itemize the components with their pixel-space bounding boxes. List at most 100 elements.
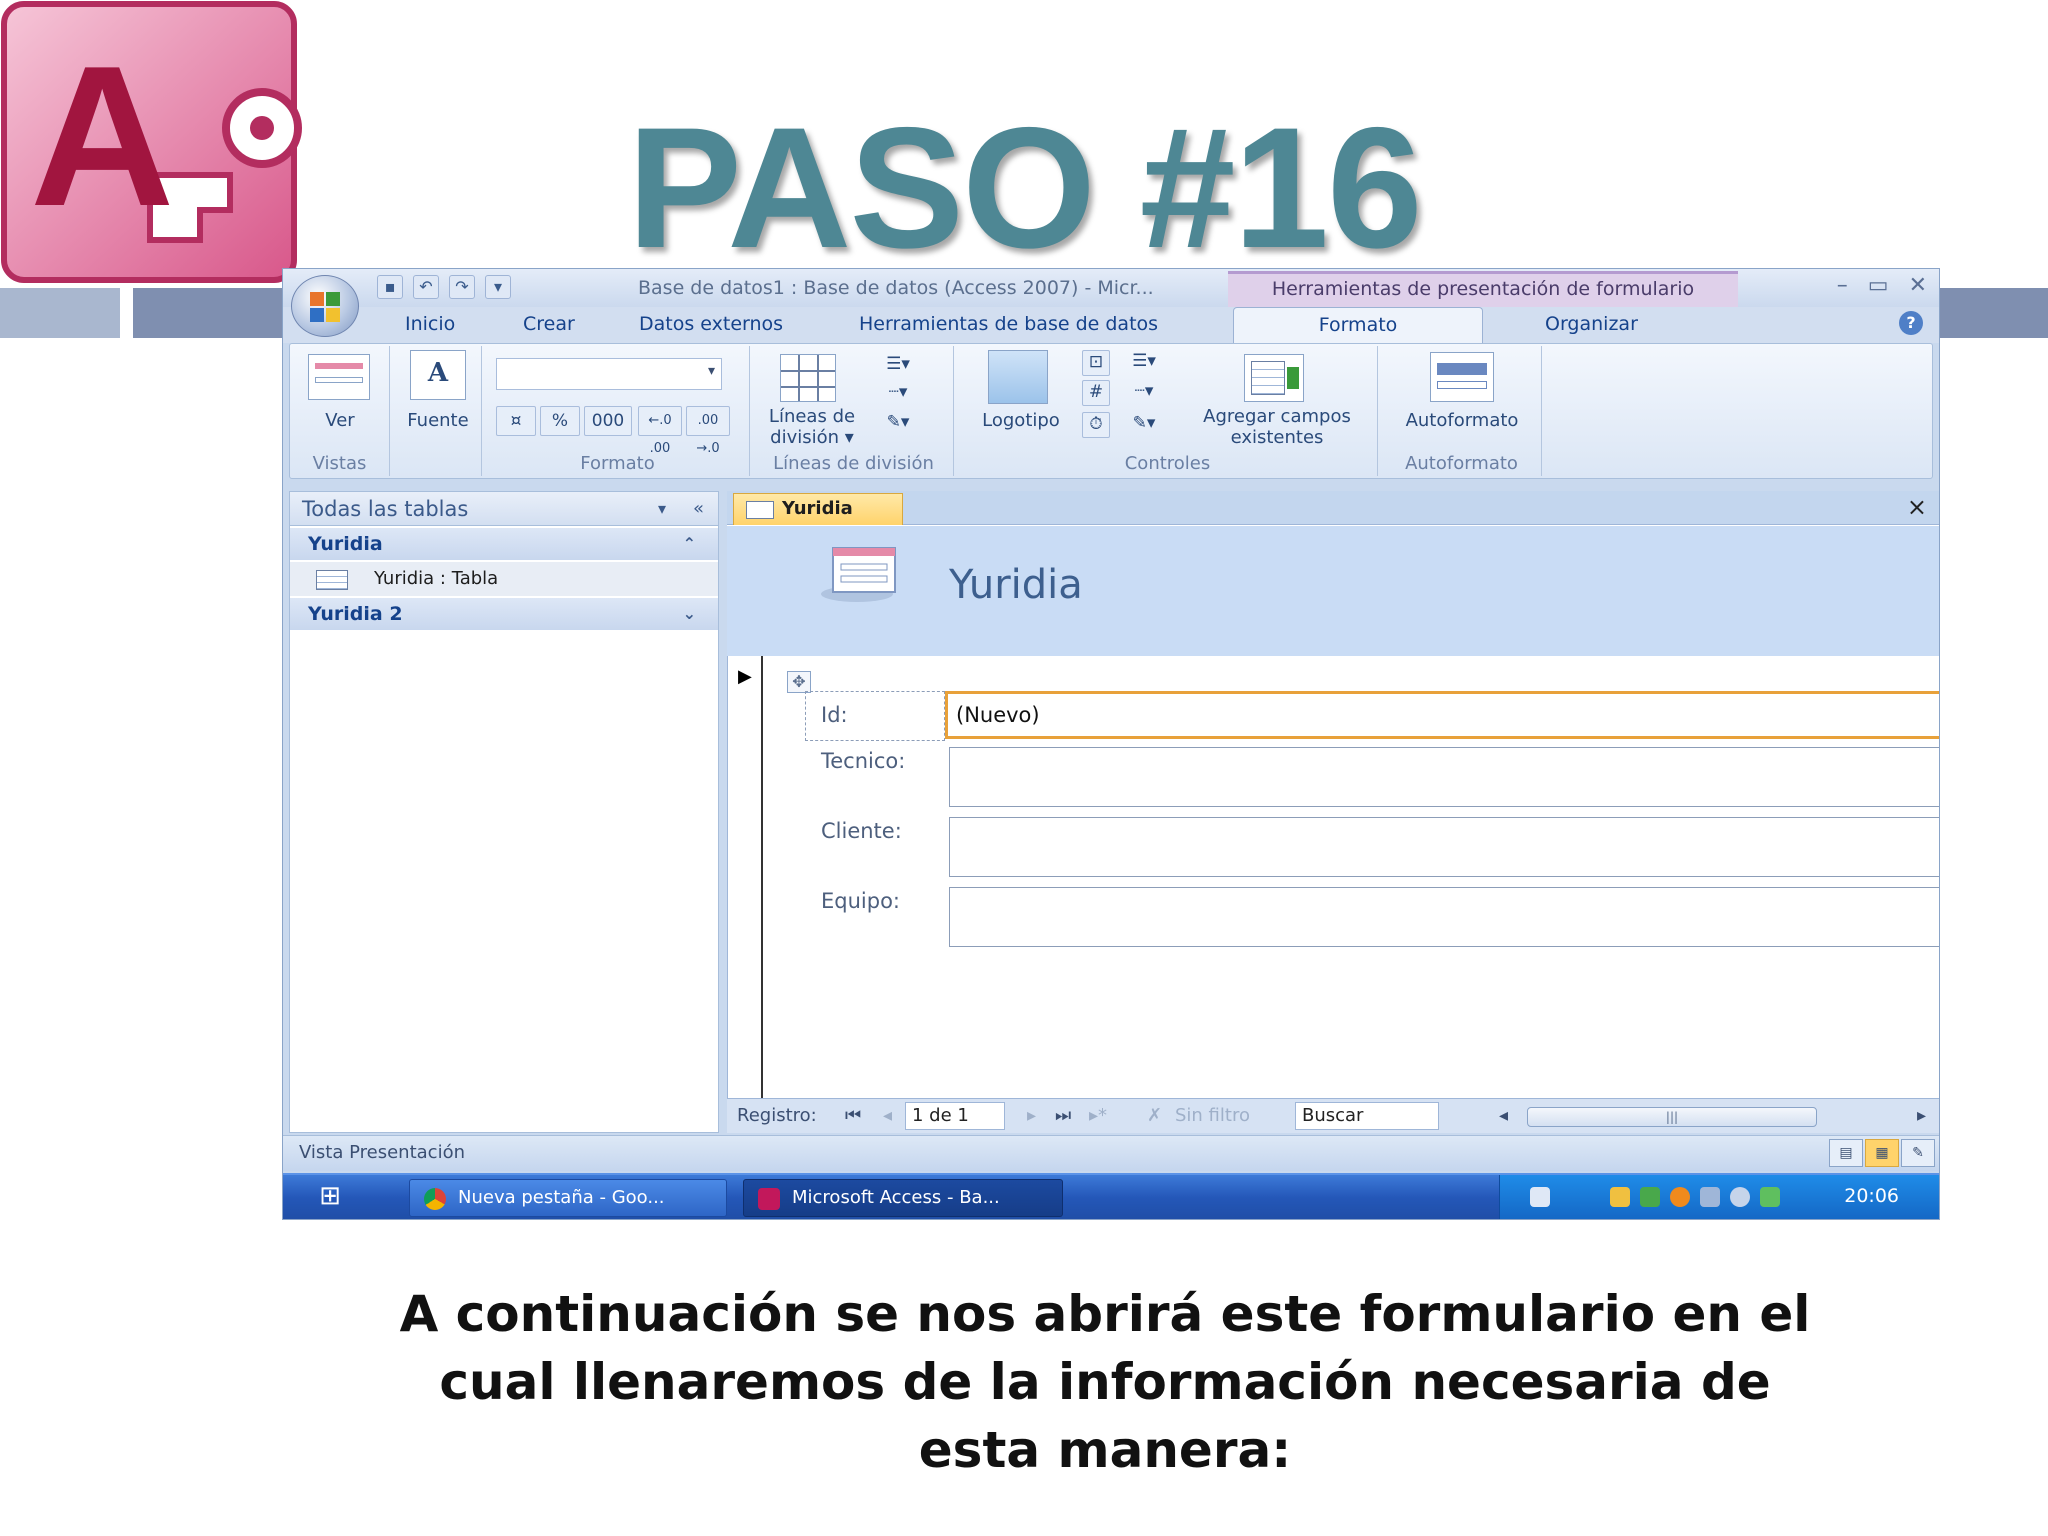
currency-format-icon[interactable]: ¤ xyxy=(496,406,536,436)
close-icon[interactable]: ✕ xyxy=(1909,273,1927,298)
agregar-label-1: Agregar campos xyxy=(1203,406,1351,427)
new-record-icon[interactable]: ▸* xyxy=(1089,1105,1107,1126)
nav-group-yuridia-2[interactable]: Yuridia 2 ⌄ xyxy=(290,598,718,630)
title-control-icon[interactable]: ⊡ xyxy=(1082,350,1110,376)
logotipo-button[interactable]: Logotipo xyxy=(966,410,1076,431)
customize-qat-icon[interactable]: ▾ xyxy=(485,275,511,299)
fuente-button[interactable]: Fuente xyxy=(394,410,482,431)
display-icon[interactable] xyxy=(1700,1187,1720,1207)
status-text: Vista Presentación xyxy=(299,1142,465,1163)
tab-herramientas-bd[interactable]: Herramientas de base de datos xyxy=(859,313,1158,335)
task-access[interactable]: Microsoft Access - Ba... xyxy=(743,1179,1063,1217)
decrease-decimals-button[interactable]: .00 →.0 xyxy=(686,406,730,456)
network-icon[interactable] xyxy=(1640,1187,1660,1207)
window-controls: – ▭ ✕ xyxy=(1837,273,1927,298)
line-type-icon[interactable]: ☰▾ xyxy=(1120,350,1168,376)
design-view-icon[interactable]: ✎ xyxy=(1901,1139,1935,1167)
expand-group-icon[interactable]: ⌄ xyxy=(683,598,696,630)
access-window: ▪ ↶ ↷ ▾ Base de datos1 : Base de datos (… xyxy=(282,268,1940,1220)
field-input-id[interactable]: (Nuevo) xyxy=(945,691,1939,739)
border-color-icon[interactable]: ✎▾ xyxy=(1120,412,1168,438)
redo-icon[interactable]: ↷ xyxy=(449,275,475,299)
line-color-icon[interactable]: ✎▾ xyxy=(874,412,922,436)
tab-datos-externos[interactable]: Datos externos xyxy=(639,313,783,335)
undo-icon[interactable]: ↶ xyxy=(413,275,439,299)
volume-icon[interactable] xyxy=(1610,1187,1630,1207)
field-input-equipo[interactable] xyxy=(949,887,1939,947)
group-vistas: Ver Vistas xyxy=(290,346,390,476)
layout-view-icon[interactable]: ▦ xyxy=(1865,1139,1899,1167)
group-autoformato: Autoformato Autoformato xyxy=(1382,346,1542,476)
search-input[interactable]: Buscar xyxy=(1295,1102,1439,1130)
last-record-icon[interactable]: ⏭ xyxy=(1055,1105,1071,1126)
move-handle-icon[interactable]: ✥ xyxy=(787,671,811,693)
collapse-pane-icon[interactable]: « xyxy=(693,492,704,526)
group-lineas: Líneas de división ▾ ☰▾ ┈▾ ✎▾ Líneas de … xyxy=(754,346,954,476)
save-icon[interactable]: ▪ xyxy=(377,275,403,299)
scroll-right-icon[interactable]: ▸ xyxy=(1917,1105,1926,1126)
line-style-icon[interactable]: ☰▾ xyxy=(874,354,922,378)
office-logo-quad xyxy=(310,308,324,322)
group-label-autoformato: Autoformato xyxy=(1405,453,1518,474)
tab-formato[interactable]: Formato xyxy=(1233,307,1483,345)
view-icon xyxy=(308,354,370,400)
update-icon[interactable] xyxy=(1670,1187,1690,1207)
office-button[interactable] xyxy=(291,275,359,337)
title-bar: ▪ ↶ ↷ ▾ Base de datos1 : Base de datos (… xyxy=(283,269,1939,307)
clock: 20:06 xyxy=(1844,1185,1899,1207)
horizontal-scrollbar-thumb[interactable]: ||| xyxy=(1527,1107,1817,1127)
page-number-icon[interactable]: # xyxy=(1082,380,1110,406)
form-header: Yuridia xyxy=(727,526,1939,656)
first-record-icon[interactable]: ⏮ xyxy=(845,1105,861,1126)
format-dropdown[interactable]: ▾ xyxy=(496,358,722,390)
next-record-icon[interactable]: ▸ xyxy=(1027,1105,1036,1126)
task-chrome[interactable]: Nueva pestaña - Goo... xyxy=(409,1179,727,1217)
increase-decimals-button[interactable]: ←.0 .00 xyxy=(638,406,682,456)
group-formato: ▾ ¤ % 000 ←.0 .00 .00 →.0 Formato xyxy=(486,346,750,476)
field-input-tecnico[interactable] xyxy=(949,747,1939,807)
document-tab-yuridia[interactable]: Yuridia xyxy=(733,493,903,525)
tab-organizar[interactable]: Organizar xyxy=(1545,313,1638,335)
tab-crear[interactable]: Crear xyxy=(523,313,575,335)
restore-icon[interactable]: ▭ xyxy=(1868,273,1889,298)
thousands-button[interactable]: 000 xyxy=(584,406,632,436)
record-position-input[interactable]: 1 de 1 xyxy=(905,1102,1005,1130)
task-access-label: Microsoft Access - Ba... xyxy=(792,1187,1000,1208)
filter-icon: ✗ xyxy=(1147,1105,1163,1126)
window-title: Base de datos1 : Base de datos (Access 2… xyxy=(638,277,1154,299)
form-view-icon[interactable]: ▤ xyxy=(1829,1139,1863,1167)
prev-record-icon[interactable]: ◂ xyxy=(883,1105,892,1126)
scroll-left-icon[interactable]: ◂ xyxy=(1499,1105,1508,1126)
security-icon[interactable] xyxy=(1730,1187,1750,1207)
keyboard-icon[interactable] xyxy=(1530,1187,1550,1207)
date-time-icon[interactable]: ⏱ xyxy=(1082,412,1110,438)
logo-image-icon xyxy=(988,350,1048,404)
close-icon[interactable]: × xyxy=(1907,493,1927,521)
field-input-cliente[interactable] xyxy=(949,817,1939,877)
border-width-icon[interactable]: ┈▾ xyxy=(1120,380,1168,406)
help-icon[interactable]: ? xyxy=(1899,311,1923,335)
slide-caption: A continuación se nos abrirá este formul… xyxy=(399,1285,1811,1479)
minimize-icon[interactable]: – xyxy=(1837,273,1848,298)
record-selector[interactable]: ▶ xyxy=(727,656,763,1098)
filter-status[interactable]: Sin filtro xyxy=(1175,1105,1250,1126)
chevron-down-icon[interactable]: ▾ xyxy=(658,492,666,526)
tab-inicio[interactable]: Inicio xyxy=(405,313,455,335)
system-tray: 20:06 xyxy=(1499,1175,1939,1219)
percent-button[interactable]: % xyxy=(540,406,580,436)
nav-item-yuridia-tabla[interactable]: Yuridia : Tabla xyxy=(290,562,718,596)
add-fields-icon xyxy=(1244,354,1304,402)
shield-icon[interactable] xyxy=(1760,1187,1780,1207)
collapse-group-icon[interactable]: ⌃ xyxy=(683,528,696,560)
line-width-icon[interactable]: ┈▾ xyxy=(874,382,922,406)
nav-group-yuridia[interactable]: Yuridia ⌃ xyxy=(290,528,718,560)
access-icon xyxy=(758,1188,780,1210)
agregar-campos-button[interactable]: Agregar campos existentes xyxy=(1182,406,1372,448)
navigation-pane: Todas las tablas ▾ « Yuridia ⌃ Yuridia :… xyxy=(289,491,719,1133)
autoformato-button[interactable]: Autoformato xyxy=(1382,410,1542,431)
nav-pane-header[interactable]: Todas las tablas ▾ « xyxy=(290,492,718,526)
start-icon[interactable]: ⊞ xyxy=(311,1181,349,1215)
lineas-division-button[interactable]: Líneas de división ▾ xyxy=(762,406,862,448)
ver-button[interactable]: Ver xyxy=(290,410,390,431)
document-tab-strip: Yuridia × xyxy=(727,491,1939,525)
